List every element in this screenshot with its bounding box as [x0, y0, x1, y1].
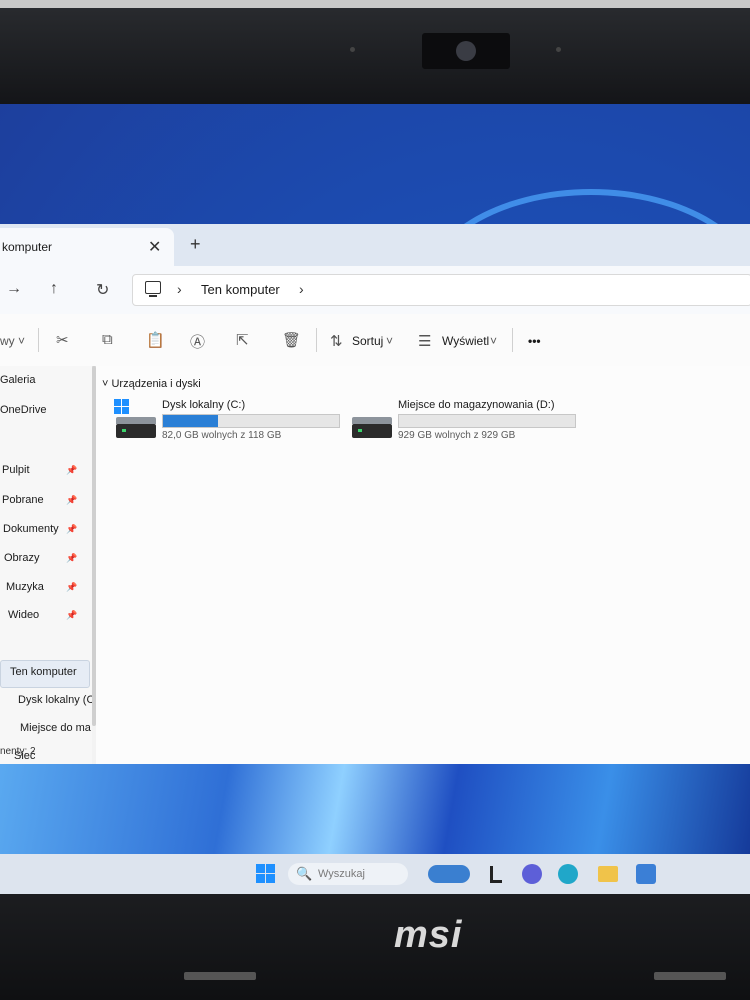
- drive-usage-bar: [398, 414, 576, 428]
- tab-this-pc[interactable]: komputer ✕: [0, 228, 174, 266]
- refresh-icon[interactable]: ↻: [96, 280, 109, 300]
- drive-usage-bar: [162, 414, 340, 428]
- more-options-button[interactable]: •••: [528, 334, 541, 348]
- group-header-devices[interactable]: ˅ Urządzenia i dyski: [102, 378, 201, 390]
- sidebar-item-this-pc[interactable]: Ten komputer: [10, 666, 77, 678]
- view-icon: ☰: [418, 333, 432, 350]
- sidebar-item-downloads[interactable]: Pobrane: [2, 494, 44, 506]
- microphone: [556, 47, 561, 52]
- taskbar: 🔍 Wyszukaj: [0, 854, 750, 894]
- hinge: [654, 972, 726, 980]
- file-explorer-window: komputer ✕ + → ↑ ↻ › Ten komputer › wy ˅…: [0, 224, 750, 764]
- search-placeholder: Wyszukaj: [318, 868, 365, 880]
- store-icon[interactable]: [636, 864, 656, 884]
- sidebar-item-videos[interactable]: Wideo: [8, 609, 39, 621]
- cut-icon[interactable]: ✂: [56, 331, 69, 349]
- pin-icon: 📌: [66, 524, 78, 534]
- lid-edge: [0, 0, 750, 8]
- pin-icon: 📌: [66, 495, 78, 505]
- sidebar-item-gallery[interactable]: Galeria: [0, 374, 35, 386]
- chevron-down-icon: ˅: [490, 334, 498, 348]
- rename-icon[interactable]: Ⓐ: [190, 331, 205, 352]
- divider: [512, 328, 513, 352]
- chat-icon[interactable]: [522, 864, 542, 884]
- new-button[interactable]: wy ˅: [0, 334, 25, 348]
- divider: [316, 328, 317, 352]
- wallpaper-swirl: [0, 764, 750, 854]
- task-view-icon[interactable]: [484, 862, 508, 886]
- edge-browser-icon[interactable]: [558, 864, 578, 884]
- drive-free-space: 929 GB wolnych z 929 GB: [398, 430, 516, 441]
- widgets-icon[interactable]: [428, 865, 470, 883]
- up-icon[interactable]: ↑: [50, 280, 58, 298]
- tab-bar: komputer ✕ +: [0, 224, 750, 266]
- sort-button[interactable]: Sortuj: [352, 334, 383, 348]
- sidebar-item-drive-d[interactable]: Miejsce do ma: [20, 722, 91, 734]
- taskbar-search[interactable]: 🔍 Wyszukaj: [288, 863, 408, 885]
- group-title: Urządzenia i dyski: [111, 378, 201, 390]
- copy-icon[interactable]: ⧉: [102, 331, 113, 348]
- hard-drive-icon: [116, 417, 156, 438]
- pin-icon: 📌: [66, 465, 78, 475]
- screen-bezel-bottom: msi: [0, 894, 750, 1000]
- sidebar-item-onedrive[interactable]: OneDrive: [0, 404, 46, 416]
- screen: komputer ✕ + → ↑ ↻ › Ten komputer › wy ˅…: [0, 104, 750, 894]
- content-pane: ˅ Urządzenia i dyski Dysk lokalny (C:) 8…: [96, 366, 750, 764]
- sidebar-item-documents[interactable]: Dokumenty: [3, 523, 59, 535]
- view-button[interactable]: Wyświetl: [442, 334, 489, 348]
- windows-logo-icon: [114, 399, 130, 415]
- pin-icon: 📌: [66, 553, 78, 563]
- new-tab-button[interactable]: +: [190, 234, 201, 255]
- close-icon[interactable]: ✕: [148, 237, 161, 257]
- search-icon: 🔍: [296, 866, 313, 881]
- breadcrumb-chevron[interactable]: ›: [299, 281, 304, 297]
- sidebar-item-drive-c[interactable]: Dysk lokalny (C: [18, 694, 94, 706]
- file-explorer-icon[interactable]: [598, 866, 618, 882]
- forward-icon[interactable]: →: [6, 280, 22, 298]
- chevron-down-icon: ˅: [386, 334, 394, 348]
- delete-icon[interactable]: 🗑: [282, 331, 301, 349]
- share-icon[interactable]: ⇱: [236, 331, 249, 349]
- computer-icon: [145, 281, 161, 297]
- status-bar-text: nenty: 2: [0, 746, 36, 757]
- navigation-pane: Galeria OneDrive Pulpit 📌 Pobrane 📌 Doku…: [0, 366, 94, 764]
- paste-icon[interactable]: 📋: [146, 331, 165, 349]
- webcam: [422, 33, 510, 69]
- breadcrumb-this-pc[interactable]: Ten komputer: [201, 282, 280, 297]
- pin-icon: 📌: [66, 582, 78, 592]
- sort-icon: ⇅: [330, 333, 343, 350]
- brand-logo: msi: [394, 914, 463, 956]
- breadcrumb-separator: ›: [177, 281, 182, 297]
- sidebar-item-desktop[interactable]: Pulpit: [2, 464, 30, 476]
- sidebar-item-pictures[interactable]: Obrazy: [4, 552, 39, 564]
- microphone: [350, 47, 355, 52]
- navigation-bar: → ↑ ↻ › Ten komputer ›: [0, 266, 750, 314]
- webcam-lens: [456, 41, 476, 61]
- drive-usage-fill: [163, 415, 218, 427]
- sidebar-item-music[interactable]: Muzyka: [6, 581, 44, 593]
- tab-title: komputer: [2, 240, 53, 254]
- hard-drive-icon: [352, 417, 392, 438]
- drive-name: Dysk lokalny (C:): [162, 399, 246, 411]
- drive-free-space: 82,0 GB wolnych z 118 GB: [162, 430, 282, 441]
- command-bar: wy ˅ ✂ ⧉ 📋 Ⓐ ⇱ 🗑 ⇅ Sortuj ˅ ☰ Wyświetl ˅…: [0, 314, 750, 367]
- screen-bezel-top: [0, 0, 750, 104]
- pin-icon: 📌: [66, 610, 78, 620]
- drive-name: Miejsce do magazynowania (D:): [398, 399, 555, 411]
- address-bar[interactable]: › Ten komputer ›: [132, 274, 750, 306]
- hinge: [184, 972, 256, 980]
- divider: [38, 328, 39, 352]
- start-icon[interactable]: [254, 862, 278, 886]
